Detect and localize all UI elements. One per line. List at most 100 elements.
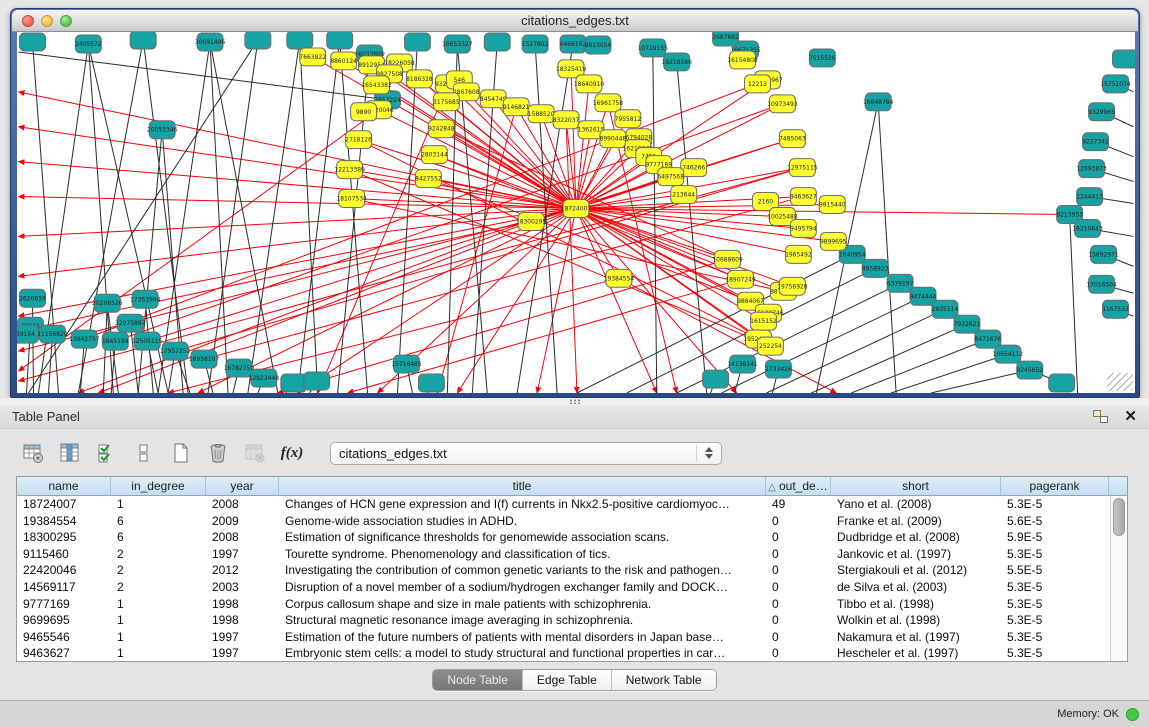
graph-node[interactable]: 10653327 xyxy=(442,35,473,53)
graph-node[interactable]: 7663822 xyxy=(299,48,326,66)
graph-node[interactable]: 16210643 xyxy=(1072,219,1103,237)
graph-node[interactable]: 10973493 xyxy=(767,95,798,113)
graph-node[interactable] xyxy=(327,32,353,49)
table-row[interactable]: 1456911722003Disruption of a novel membe… xyxy=(17,579,1110,596)
graph-edge[interactable] xyxy=(931,370,1030,393)
graph-node[interactable]: 8322037 xyxy=(553,111,580,129)
graph-node[interactable]: 7515526 xyxy=(809,49,836,67)
delete-table-icon[interactable] xyxy=(205,440,231,466)
graph-node[interactable]: 12923448 xyxy=(249,369,280,387)
close-panel-icon[interactable]: ✕ xyxy=(1124,409,1137,424)
graph-node[interactable]: 9146821 xyxy=(503,98,530,116)
graph-node[interactable]: 12093873 xyxy=(1076,160,1107,178)
graph-node[interactable] xyxy=(703,370,729,388)
split-pane-handle-icon[interactable] xyxy=(569,399,581,404)
graph-edge[interactable] xyxy=(300,40,318,393)
graph-node[interactable]: 1645194 xyxy=(102,332,129,350)
graph-node[interactable]: 746266 xyxy=(681,159,707,177)
graph-node[interactable]: 15716485 xyxy=(391,355,422,373)
graph-node[interactable]: 12505115 xyxy=(132,332,163,350)
graph-node[interactable]: 2405572 xyxy=(75,35,102,53)
table-row[interactable]: 946554611997Estimation of the future num… xyxy=(17,629,1110,646)
table-row[interactable]: 969969511998Structural magnetic resonanc… xyxy=(17,612,1110,629)
graph-node[interactable] xyxy=(404,33,430,51)
graph-node[interactable]: 1588520 xyxy=(528,105,555,123)
graph-node[interactable]: 2687682 xyxy=(712,32,739,46)
graph-node[interactable]: 16958107 xyxy=(189,350,220,368)
graph-node[interactable]: 6497568 xyxy=(657,168,684,186)
graph-node[interactable]: 1965492 xyxy=(785,245,812,263)
graph-node[interactable] xyxy=(484,33,510,51)
graph-node[interactable]: 15892971 xyxy=(1088,245,1119,263)
show-columns-icon[interactable] xyxy=(57,440,83,466)
column-header[interactable]: short xyxy=(831,477,1001,495)
table-row[interactable]: 2242004622012Investigating the contribut… xyxy=(17,562,1110,579)
table-row[interactable]: 946362711997Embryonic stem cells: a mode… xyxy=(17,645,1110,661)
graph-node[interactable] xyxy=(304,372,330,390)
graph-node[interactable]: 19756928 xyxy=(777,277,808,295)
column-header[interactable]: △out_de… xyxy=(766,477,831,495)
column-header[interactable]: name xyxy=(17,477,111,495)
graph-node[interactable]: 18107534 xyxy=(336,190,367,208)
graph-edge[interactable] xyxy=(1070,214,1078,393)
graph-node[interactable]: 13942757 xyxy=(69,330,100,348)
float-panel-icon[interactable] xyxy=(1093,410,1108,423)
graph-edge[interactable] xyxy=(98,209,576,393)
column-header[interactable]: in_degree xyxy=(111,477,206,495)
graph-node[interactable]: 1244413 xyxy=(1076,188,1103,206)
graph-edge[interactable] xyxy=(457,209,576,393)
table-settings-icon[interactable] xyxy=(20,440,46,466)
graph-node[interactable]: 16648784 xyxy=(863,93,894,111)
graph-node[interactable]: 16961758 xyxy=(593,94,624,112)
graph-node[interactable]: 18640910 xyxy=(574,75,605,93)
graph-node[interactable] xyxy=(1113,50,1135,68)
graph-node[interactable]: 16154808 xyxy=(727,51,758,69)
graph-node[interactable]: 3175685 xyxy=(433,93,460,111)
graph-edge[interactable] xyxy=(298,209,576,393)
vertical-scrollbar[interactable] xyxy=(1110,496,1127,661)
graph-node[interactable] xyxy=(130,32,156,49)
graph-edge[interactable] xyxy=(766,309,945,393)
graph-node[interactable]: 9242848 xyxy=(428,120,455,138)
table-row[interactable]: 911546021997Tourette syndrome. Phenomeno… xyxy=(17,546,1110,563)
graph-node[interactable]: 9890 xyxy=(351,103,377,121)
graph-node[interactable]: 9227341 xyxy=(1082,133,1109,151)
graph-node[interactable]: 9495794 xyxy=(790,219,817,237)
graph-node[interactable] xyxy=(287,32,313,49)
graph-edge[interactable] xyxy=(537,209,576,393)
table-row[interactable]: 1872400712008Changes of HCN gene express… xyxy=(17,496,1110,513)
graph-node[interactable]: 10719155 xyxy=(638,39,669,57)
graph-edge[interactable] xyxy=(198,209,576,393)
graph-node[interactable]: 39154 xyxy=(17,325,38,343)
graph-edge[interactable] xyxy=(891,354,1008,393)
graph-node[interactable]: 20053346 xyxy=(147,121,178,139)
function-builder-icon[interactable]: f(x) xyxy=(279,440,305,466)
select-all-icon[interactable] xyxy=(94,440,120,466)
graph-edge[interactable] xyxy=(33,298,34,393)
graph-node[interactable]: 17353994 xyxy=(130,290,161,308)
graph-edge[interactable] xyxy=(878,102,896,393)
graph-node[interactable]: 7485063 xyxy=(779,130,806,148)
graph-node[interactable]: 1527602 xyxy=(522,35,549,53)
graph-node[interactable]: 7955812 xyxy=(615,110,642,128)
column-header[interactable]: title xyxy=(279,477,766,495)
graph-node[interactable]: 2620659 xyxy=(19,289,46,307)
table-row[interactable]: 1938455462009Genome-wide association stu… xyxy=(17,513,1110,530)
tab-edge-table[interactable]: Edge Table xyxy=(523,670,612,690)
graph-edge[interactable] xyxy=(340,40,368,393)
graph-node[interactable] xyxy=(1049,374,1075,392)
graph-node[interactable]: 12213389 xyxy=(334,161,365,179)
graph-node[interactable]: 8958923 xyxy=(862,259,889,277)
table-row[interactable]: 977716911998Corpus callosum shape and si… xyxy=(17,596,1110,613)
graph-node[interactable] xyxy=(20,33,46,51)
graph-node[interactable]: 10688609 xyxy=(712,250,743,268)
graph-node[interactable]: 1615152 xyxy=(750,312,777,330)
graph-node[interactable]: 6379197 xyxy=(887,274,914,292)
graph-node[interactable]: 2935114 xyxy=(932,300,959,318)
graph-edge[interactable] xyxy=(677,62,707,393)
tab-node-table[interactable]: Node Table xyxy=(433,670,523,690)
graph-node[interactable]: 9463627 xyxy=(790,188,817,206)
graph-node[interactable]: 10654112 xyxy=(993,345,1024,363)
graph-node[interactable]: 2718126 xyxy=(345,131,372,149)
graph-edge[interactable] xyxy=(811,324,967,393)
